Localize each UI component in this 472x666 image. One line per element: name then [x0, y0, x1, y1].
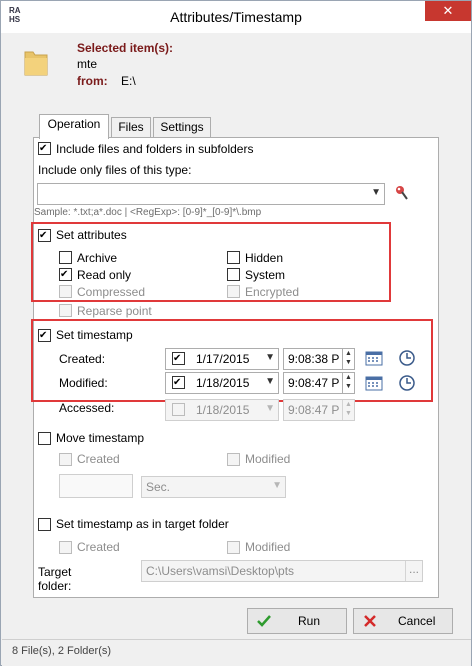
cancel-button[interactable]: Cancel	[353, 608, 453, 634]
move-modified-label: Modified	[245, 452, 291, 466]
target-folder-timestamp-label: Set timestamp as in target folder	[56, 517, 229, 531]
move-unit-value: Sec.	[146, 480, 171, 494]
sample-hint: Sample: *.txt;a*.doc | <RegExp>: [0-9]*_…	[34, 207, 262, 218]
tab-files[interactable]: Files	[111, 117, 151, 138]
set-timestamp-checkbox[interactable]	[38, 329, 51, 342]
accessed-time-field: 9:08:47 P ▲ ▼	[283, 399, 355, 421]
created-time-value: 9:08:38 P	[288, 352, 340, 366]
set-attributes-checkbox[interactable]	[38, 229, 51, 242]
from-label: from:	[77, 74, 108, 88]
browse-button: ...	[405, 561, 422, 581]
created-date-value: 1/17/2015	[196, 352, 250, 366]
modified-time-field[interactable]: 9:08:47 P ▲ ▼	[283, 372, 355, 394]
selected-items-label: Selected item(s):	[77, 41, 174, 55]
include-subfolders-checkbox[interactable]	[38, 142, 51, 155]
created-time-field[interactable]: 9:08:38 P ▲ ▼	[283, 348, 355, 370]
tab-settings[interactable]: Settings	[153, 117, 211, 138]
target-modified-checkbox	[227, 541, 240, 554]
archive-checkbox[interactable]	[59, 251, 72, 264]
compressed-label: Compressed	[77, 285, 146, 299]
move-unit-combo: Sec. ▼	[141, 476, 286, 498]
modified-label: Modified:	[59, 376, 108, 390]
status-bar: 8 File(s), 2 Folder(s)	[2, 639, 471, 666]
system-label: System	[245, 268, 286, 282]
file-type-combo[interactable]: ▼	[37, 183, 385, 205]
modified-date-picker[interactable]: 1/18/2015 ▼	[165, 372, 279, 394]
chevron-down-icon: ▼	[265, 352, 275, 363]
calendar-icon[interactable]	[365, 375, 383, 391]
move-timestamp-label: Move timestamp	[56, 431, 145, 445]
reparse-point-label: Reparse point	[77, 304, 152, 318]
target-modified-label: Modified	[245, 540, 291, 554]
cross-icon	[364, 615, 376, 627]
clock-icon[interactable]	[399, 375, 415, 391]
accessed-date-value: 1/18/2015	[196, 403, 250, 417]
chevron-down-icon: ▼	[272, 480, 282, 491]
from-value: E:\	[121, 74, 136, 88]
accessed-label: Accessed:	[59, 401, 115, 415]
move-timestamp-checkbox[interactable]	[38, 432, 51, 445]
tab-operation[interactable]: Operation	[39, 114, 109, 139]
accessed-time-value: 9:08:47 P	[288, 403, 340, 417]
move-created-checkbox	[59, 453, 72, 466]
folder-icon	[24, 51, 48, 76]
modified-time-value: 9:08:47 P	[288, 376, 340, 390]
chevron-down-icon: ▼	[265, 376, 275, 387]
accessed-time-spinner: ▲ ▼	[342, 400, 354, 420]
move-amount-field	[59, 474, 133, 498]
clock-icon[interactable]	[399, 350, 415, 366]
compressed-checkbox	[59, 285, 72, 298]
status-text: 8 File(s), 2 Folder(s)	[12, 645, 112, 657]
hidden-checkbox[interactable]	[227, 251, 240, 264]
chevron-down-icon: ▼	[265, 403, 275, 414]
chevron-down-icon: ▼	[371, 187, 381, 198]
reparse-point-checkbox	[59, 304, 72, 317]
close-icon: ✕	[442, 3, 454, 18]
move-modified-checkbox	[227, 453, 240, 466]
window-title: Attributes/Timestamp	[170, 9, 302, 25]
created-date-checkbox[interactable]	[172, 352, 185, 365]
created-time-spinner[interactable]: ▲ ▼	[342, 349, 354, 369]
target-created-checkbox	[59, 541, 72, 554]
set-attributes-label: Set attributes	[56, 228, 127, 242]
title-bar[interactable]: RA HS Attributes/Timestamp ✕	[1, 1, 471, 33]
run-button[interactable]: Run	[247, 608, 347, 634]
archive-label: Archive	[77, 251, 118, 265]
checkmark-icon	[257, 615, 271, 627]
run-button-label: Run	[298, 614, 321, 628]
created-label: Created:	[59, 352, 106, 366]
modified-date-value: 1/18/2015	[196, 376, 250, 390]
read-only-checkbox[interactable]	[59, 268, 72, 281]
encrypted-checkbox	[227, 285, 240, 298]
cancel-button-label: Cancel	[398, 614, 436, 628]
system-checkbox[interactable]	[227, 268, 240, 281]
include-subfolders-label: Include files and folders in subfolders	[56, 142, 254, 156]
encrypted-label: Encrypted	[245, 285, 300, 299]
modified-date-checkbox[interactable]	[172, 376, 185, 389]
accessed-date-checkbox	[172, 403, 185, 416]
target-folder-label: Target folder:	[38, 565, 72, 593]
dialog-window: RA HS Attributes/Timestamp ✕ Selected ite…	[0, 0, 472, 666]
target-folder-field: C:\Users\vamsi\Desktop\pts ...	[141, 560, 423, 582]
modified-time-spinner[interactable]: ▲ ▼	[342, 373, 354, 393]
target-folder-timestamp-checkbox[interactable]	[38, 518, 51, 531]
calendar-icon[interactable]	[365, 350, 383, 366]
read-only-label: Read only	[77, 268, 132, 282]
hidden-label: Hidden	[245, 251, 284, 265]
close-button[interactable]: ✕	[425, 1, 471, 21]
selected-items-value: mte	[77, 57, 98, 71]
accessed-date-picker: 1/18/2015 ▼	[165, 399, 279, 421]
created-date-picker[interactable]: 1/17/2015 ▼	[165, 348, 279, 370]
target-folder-value: C:\Users\vamsi\Desktop\pts	[146, 564, 295, 578]
set-timestamp-label: Set timestamp	[56, 328, 133, 342]
move-created-label: Created	[77, 452, 120, 466]
target-created-label: Created	[77, 540, 120, 554]
filter-tool-icon[interactable]	[393, 184, 411, 202]
include-type-label: Include only files of this type:	[38, 163, 192, 177]
